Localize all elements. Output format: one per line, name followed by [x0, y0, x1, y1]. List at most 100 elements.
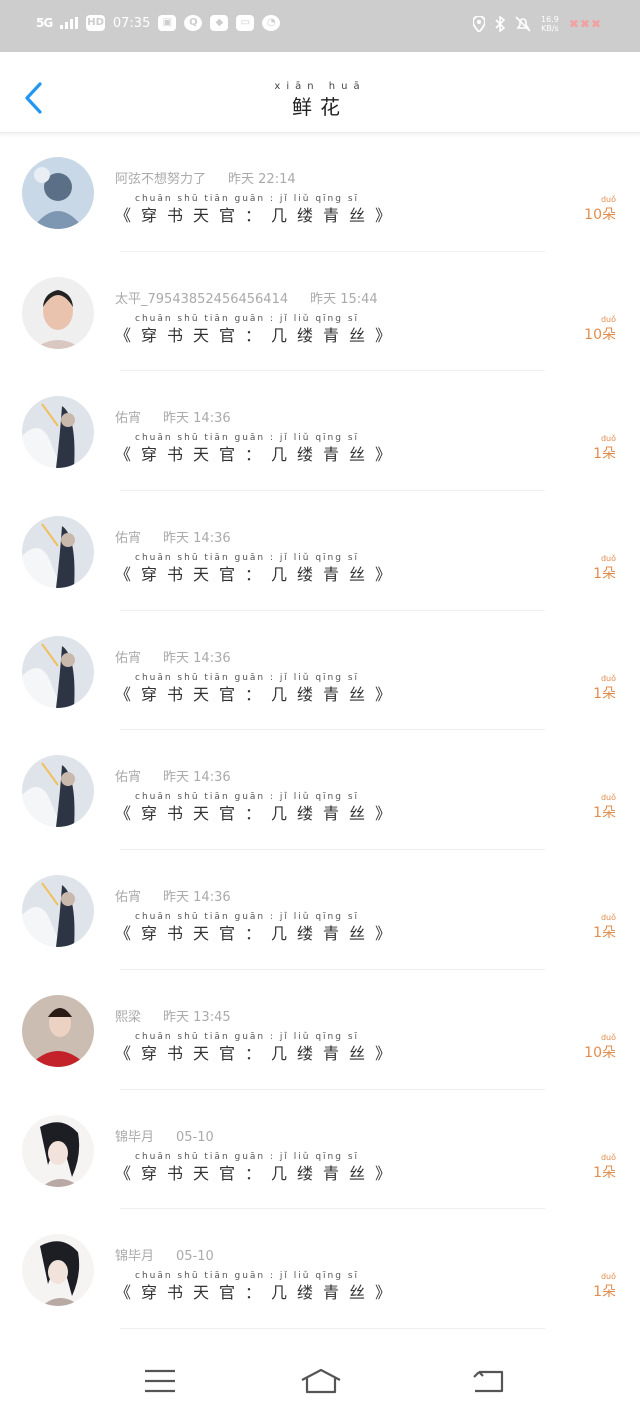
book-title: 《穿书天官：几缕青丝》: [115, 565, 402, 585]
sender-meta: 锦毕月 05-10: [115, 1245, 214, 1264]
hd-badge: HD: [86, 15, 105, 31]
net-speed: 16.9 KB/s: [541, 15, 559, 33]
avatar[interactable]: [22, 994, 94, 1067]
avatar[interactable]: [22, 1234, 94, 1307]
avatar-image: [22, 875, 94, 948]
list-item[interactable]: 佑宵 昨天 14:36 chuān shū tiān guān : jǐ liǔ q…: [0, 730, 640, 851]
home-icon[interactable]: [299, 1368, 343, 1394]
list-item[interactable]: 太平_79543852456456414 昨天 15:44 chuān shū ti…: [0, 252, 640, 372]
flower-count: duǒ 1朵: [593, 674, 616, 703]
book-title: 《穿书天官：几缕青丝》: [115, 924, 402, 944]
flower-count-value: 1朵: [593, 446, 616, 463]
avatar[interactable]: [22, 875, 94, 948]
flower-unit-pinyin: duǒ: [600, 1272, 616, 1282]
flower-record-list: 阿弦不想努力了 昨天 22:14 chuān shū tiān guān : jǐ …: [0, 132, 640, 1329]
flower-count-value: 1朵: [593, 566, 616, 583]
sender-name: 熙梁: [115, 1009, 142, 1025]
avatar-image: [22, 635, 94, 708]
book-title: 《穿书天官：几缕青丝》: [115, 684, 402, 704]
send-time: 昨天 14:36: [163, 770, 231, 786]
sender-name: 阿弦不想努力了: [115, 172, 207, 187]
sender-name: 佑宵: [115, 890, 142, 906]
flower-unit-pinyin: duǒ: [600, 673, 616, 683]
sender-meta: 佑宵 昨天 14:36: [115, 527, 231, 546]
divider: [120, 1327, 545, 1329]
sender-name: 佑宵: [115, 531, 142, 547]
avatar[interactable]: [22, 157, 94, 229]
flower-count: duǒ 1朵: [593, 913, 616, 942]
avatar[interactable]: [22, 755, 94, 828]
book-title: 《穿书天官：几缕青丝》: [115, 206, 402, 225]
avatar[interactable]: [22, 276, 94, 349]
network-label: 5G: [36, 16, 53, 30]
signal-icon: [60, 17, 79, 29]
mute-bell-icon: [515, 16, 531, 32]
sender-meta: 佑宵 昨天 14:36: [115, 766, 231, 785]
list-item[interactable]: 佑宵 昨天 14:36 chuān shū tiān guān : jǐ liǔ q…: [0, 371, 640, 492]
avatar[interactable]: [22, 396, 94, 469]
send-time: 昨天 22:14: [228, 172, 296, 187]
send-time: 05-10: [176, 1249, 214, 1265]
sender-name: 佑宵: [115, 411, 142, 427]
status-left: 5G HD 07:35 ▣ Q ◆ ▭ ◔: [36, 15, 281, 31]
book-title: 《穿书天官：几缕青丝》: [115, 804, 402, 824]
menu-icon[interactable]: [143, 1368, 177, 1394]
status-bar: 5G HD 07:35 ▣ Q ◆ ▭ ◔ 16.9 KB/s ✖✖✖: [0, 0, 640, 52]
book-title: 《穿书天官：几缕青丝》: [115, 1043, 402, 1063]
book-app-icon: ◆: [210, 15, 229, 31]
avatar[interactable]: [22, 635, 94, 708]
flower-count: duǒ 1朵: [593, 1153, 616, 1182]
avatar-image: [22, 1234, 94, 1307]
flower-count: duǒ 10朵: [584, 315, 616, 344]
flower-count: duǒ 10朵: [584, 195, 616, 224]
flower-count: duǒ 1朵: [593, 554, 616, 583]
status-right: 16.9 KB/s ✖✖✖: [473, 15, 602, 33]
sender-name: 锦毕月: [115, 1129, 155, 1145]
flower-count: duǒ 1朵: [593, 434, 616, 463]
flower-count: duǒ 1朵: [593, 1272, 616, 1301]
list-item[interactable]: 佑宵 昨天 14:36 chuān shū tiān guān : jǐ liǔ q…: [0, 850, 640, 970]
flower-count-value: 1朵: [593, 805, 616, 822]
avatar-image: [22, 994, 94, 1067]
send-time: 昨天 14:36: [163, 650, 231, 666]
list-item[interactable]: 佑宵 昨天 14:36 chuān shū tiān guān : jǐ liǔ q…: [0, 491, 640, 611]
avatar-image: [22, 1114, 94, 1187]
list-item[interactable]: 熙梁 昨天 13:45 chuān shū tiān guān : jǐ liǔ q…: [0, 970, 640, 1090]
list-item[interactable]: 阿弦不想努力了 昨天 22:14 chuān shū tiān guān : jǐ …: [0, 132, 640, 252]
tv-app-icon: ▣: [158, 15, 177, 31]
list-item[interactable]: 锦毕月 05-10 chuān shū tiān guān : jǐ liǔ qīn…: [0, 1090, 640, 1210]
sender-meta: 锦毕月 05-10: [115, 1126, 214, 1145]
flower-count-value: 1朵: [593, 1284, 616, 1301]
sender-meta: 阿弦不想努力了 昨天 22:14: [115, 168, 296, 187]
clock: 07:35: [112, 15, 151, 31]
bluetooth-icon: [495, 16, 506, 32]
send-time: 昨天 14:36: [163, 411, 231, 427]
book-title: 《穿书天官：几缕青丝》: [115, 445, 402, 465]
avatar-image: [22, 516, 94, 589]
sender-meta: 太平_79543852456456414 昨天 15:44: [115, 288, 378, 307]
page-title: 鲜花: [292, 95, 348, 119]
send-time: 05-10: [176, 1129, 214, 1145]
battery-icon: ✖✖✖: [568, 17, 602, 31]
back-nav-icon[interactable]: [471, 1368, 505, 1394]
avatar[interactable]: [22, 516, 94, 589]
flower-unit-pinyin: duǒ: [600, 434, 616, 444]
avatar[interactable]: [22, 1114, 94, 1187]
gauge-app-icon: ◔: [262, 15, 281, 31]
sender-meta: 佑宵 昨天 14:36: [115, 647, 231, 666]
flower-unit-pinyin: duǒ: [600, 793, 616, 803]
flower-unit-pinyin: duǒ: [600, 913, 616, 923]
list-item[interactable]: 佑宵 昨天 14:36 chuān shū tiān guān : jǐ liǔ q…: [0, 611, 640, 731]
sender-name: 锦毕月: [115, 1249, 155, 1265]
avatar-image: [22, 276, 94, 349]
list-item[interactable]: 锦毕月 05-10 chuān shū tiān guān : jǐ liǔ qīn…: [0, 1209, 640, 1329]
sender-meta: 熙梁 昨天 13:45: [115, 1006, 231, 1025]
flower-count-value: 10朵: [584, 1044, 616, 1061]
flower-unit-pinyin: duǒ: [600, 314, 616, 324]
location-icon: [473, 16, 486, 32]
sender-name: 佑宵: [115, 650, 142, 666]
q-app-icon: Q: [184, 15, 203, 31]
page-title-group: xiān huā 鲜花: [0, 81, 640, 120]
sender-name: 佑宵: [115, 770, 142, 786]
header: xiān huā 鲜花: [0, 52, 640, 133]
